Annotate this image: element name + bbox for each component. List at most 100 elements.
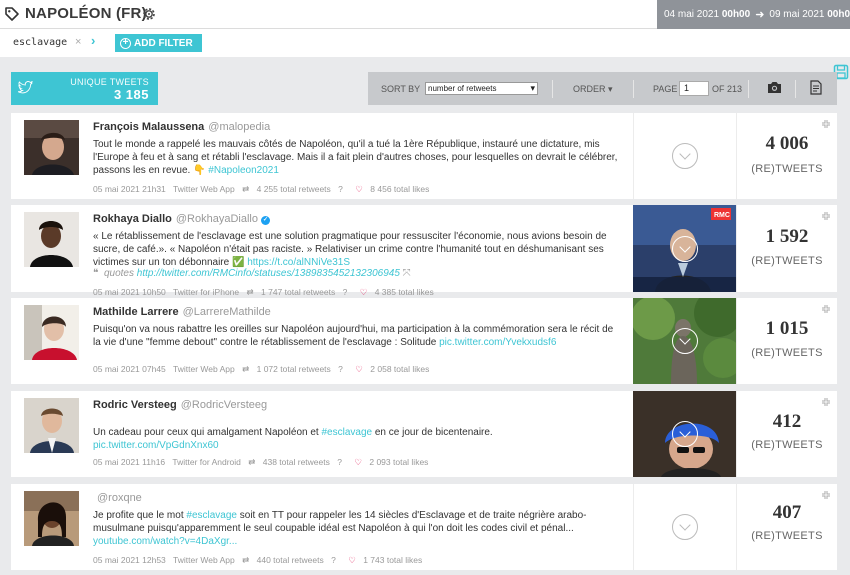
date-range-picker[interactable]: 04 mai 2021 00h00 ➜ 09 mai 2021 00h00 [657, 0, 850, 29]
tweet-hashtag[interactable]: #esclavage [186, 510, 237, 521]
help-icon[interactable]: ? [337, 457, 342, 467]
retweet-count: 1 015 [765, 318, 809, 339]
retweets-count: 1 072 total retweets [256, 364, 331, 374]
document-export-icon[interactable] [810, 80, 822, 95]
sort-by-select[interactable]: number of retweets [425, 82, 538, 95]
tag-icon [5, 7, 19, 21]
unique-tweets-label: UNIQUE TWEETS [70, 77, 149, 87]
tweet-author[interactable]: François Malaussena @malopedia [93, 121, 270, 133]
tweet-text: Puisqu'on va nous rabattre les oreilles … [93, 323, 623, 349]
tweet-link[interactable]: pic.twitter.com/Yvekxudsf6 [439, 337, 556, 348]
page-input[interactable]: 1 [679, 81, 709, 96]
tweet-media[interactable] [633, 391, 736, 477]
avatar[interactable] [24, 212, 79, 267]
likes-stat: ♡ 2 058 total likes [355, 364, 434, 374]
tweet-card[interactable]: Rokhaya Diallo @RokhayaDiallo ✓ « Le rétab… [11, 205, 837, 297]
avatar[interactable] [24, 120, 79, 175]
tweet-author[interactable]: Rodric Versteeg @RodricVersteeg [93, 399, 267, 411]
tweet-media[interactable] [631, 289, 743, 384]
author-handle[interactable]: @RokhayaDiallo [176, 213, 258, 225]
tweet-meta: 05 mai 2021 10h50 Twitter for iPhone ⇄ 1… [93, 287, 444, 298]
retweet-count-panel: 4 006 (RE)TWEETS [736, 113, 837, 199]
retweet-icon: ⇄ [248, 457, 256, 467]
tweet-link[interactable]: #Napoleon2021 [208, 165, 279, 176]
tweet-author[interactable]: @roxqne [93, 492, 142, 504]
chevron-right-icon[interactable]: › [91, 33, 95, 48]
help-icon[interactable]: ? [338, 184, 343, 194]
collapse-icon[interactable] [821, 211, 831, 221]
retweets-stat: ⇄ 438 total retweets ? [248, 457, 347, 467]
order-dropdown[interactable]: ORDER ▾ [573, 84, 613, 95]
tweet-client: Twitter Web App [173, 364, 235, 374]
tweet-link[interactable]: https://t.co/alNNiVe31S [247, 257, 350, 268]
retweet-icon: ⇄ [242, 184, 250, 194]
author-name: Rodric Versteeg [93, 399, 177, 411]
author-handle[interactable]: @LarrereMathilde [183, 306, 271, 318]
add-filter-button[interactable]: + ADD FILTER [115, 34, 202, 52]
quote-icon: ❝ [93, 268, 99, 279]
page-title: NAPOLÉON (FR) [25, 5, 147, 22]
collapse-icon[interactable] [821, 304, 831, 314]
chevron-down-icon[interactable] [672, 514, 698, 540]
likes-count: 2 093 total likes [369, 457, 429, 467]
avatar[interactable] [24, 305, 79, 360]
tweet-author[interactable]: Mathilde Larrere @LarrereMathilde [93, 306, 271, 318]
likes-stat: ♡ 2 093 total likes [354, 457, 433, 467]
collapse-icon[interactable] [821, 397, 831, 407]
chevron-down-icon[interactable] [672, 143, 698, 169]
likes-count: 2 058 total likes [370, 364, 430, 374]
author-handle[interactable]: @RodricVersteeg [181, 399, 267, 411]
help-icon[interactable]: ? [331, 555, 336, 565]
unique-tweets-value: 3 185 [113, 87, 149, 102]
author-handle[interactable]: @roxqne [97, 492, 142, 504]
tweet-card[interactable]: François Malaussena @malopedia Tout le mo… [11, 113, 837, 199]
retweet-icon: ⇄ [242, 364, 250, 374]
tweet-client: Twitter Web App [173, 184, 235, 194]
tweet-card[interactable]: Mathilde Larrere @LarrereMathilde Puisqu'… [11, 289, 837, 384]
time-from: 00h00 [721, 9, 751, 20]
tweet-hashtag[interactable]: #esclavage [321, 427, 372, 438]
retweet-count-label: (RE)TWEETS [751, 347, 823, 359]
arrow-right-icon: ➜ [755, 9, 765, 21]
unique-tweets-stat: UNIQUE TWEETS 3 185 [11, 72, 158, 105]
results-toolbar: SORT BY number of retweets ORDER ▾ PAGE … [368, 72, 837, 105]
retweets-stat: ⇄ 1 747 total retweets ? [247, 287, 353, 297]
likes-stat: ♡ 8 456 total likes [355, 184, 434, 194]
tweet-link[interactable]: youtube.com/watch?v=4DaXgr... [93, 536, 237, 547]
chevron-down-icon[interactable] [671, 421, 698, 447]
chevron-down-icon[interactable] [671, 235, 698, 262]
quote-link[interactable]: http://twitter.com/RMCinfo/statuses/1389… [137, 268, 400, 279]
date-from: 04 mai 2021 [664, 9, 720, 20]
likes-stat: ♡ 4 385 total likes [360, 287, 439, 297]
expand-icon[interactable]: ⤧ [403, 268, 411, 279]
help-icon[interactable]: ? [343, 287, 348, 297]
verified-icon: ✓ [260, 216, 270, 225]
tweet-quote: ❝ quotes http://twitter.com/RMCinfo/stat… [93, 268, 411, 279]
retweet-count-panel: 1 592 (RE)TWEETS [736, 205, 837, 292]
tweet-author[interactable]: Rokhaya Diallo @RokhayaDiallo ✓ [93, 213, 270, 225]
tweet-link[interactable]: pic.twitter.com/VpGdnXnx60 [93, 440, 219, 451]
media-caption: RMC [714, 212, 730, 219]
collapse-icon[interactable] [821, 119, 831, 129]
filter-chip-label[interactable]: esclavage [13, 37, 67, 48]
heart-icon: ♡ [355, 364, 363, 374]
gear-icon[interactable] [141, 6, 157, 22]
tweet-card[interactable]: Rodric Versteeg @RodricVersteeg Un cadeau… [11, 391, 837, 477]
author-handle[interactable]: @malopedia [208, 121, 270, 133]
camera-icon[interactable] [767, 81, 782, 94]
remove-filter-button[interactable]: × [75, 36, 81, 48]
heart-icon: ♡ [359, 287, 368, 297]
collapse-icon[interactable] [821, 490, 831, 500]
sort-by-label: SORT BY [381, 84, 421, 94]
tweet-media[interactable]: RMC [633, 205, 736, 292]
retweet-count-panel: 407 (RE)TWEETS [736, 484, 837, 570]
avatar[interactable] [24, 491, 79, 546]
tweet-date: 05 mai 2021 07h45 [93, 364, 166, 374]
chevron-down-icon[interactable] [671, 328, 698, 354]
top-bar: NAPOLÉON (FR) 04 mai 2021 00h00 ➜ 09 mai… [0, 0, 850, 29]
tweet-meta: 05 mai 2021 21h31 Twitter Web App ⇄ 4 25… [93, 184, 439, 195]
help-icon[interactable]: ? [338, 364, 343, 374]
order-label: ORDER [573, 84, 606, 94]
tweet-card[interactable]: @roxqne Je profite que le mot #esclavage… [11, 484, 837, 570]
avatar[interactable] [24, 398, 79, 453]
